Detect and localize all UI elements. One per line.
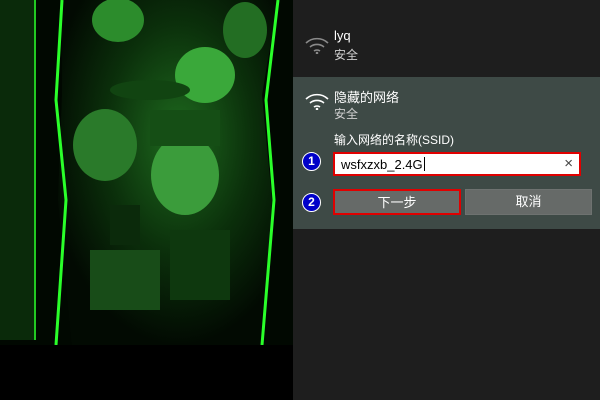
network-item-lyq[interactable]: lyq 安全 — [293, 15, 600, 75]
text-caret — [423, 157, 425, 171]
ssid-input[interactable]: wsfxzxb_2.4G × — [333, 152, 581, 176]
next-button[interactable]: 下一步 — [333, 189, 461, 215]
step-badge-2: 2 — [302, 193, 321, 212]
cancel-button[interactable]: 取消 — [465, 189, 592, 215]
network-name: lyq — [334, 28, 351, 43]
green-wrestlers-artwork — [0, 0, 293, 400]
network-security: 安全 — [334, 48, 359, 62]
wifi-flyout: lyq 安全 隐藏的网络 安全 输入网络的名称(SSID) wsfxzxb_2.… — [293, 0, 600, 400]
network-item-hidden[interactable]: 隐藏的网络 安全 输入网络的名称(SSID) wsfxzxb_2.4G × 下一… — [293, 77, 600, 229]
network-security: 安全 — [334, 107, 359, 121]
clear-icon[interactable]: × — [564, 155, 573, 172]
ssid-value-text: wsfxzxb_2.4G — [341, 157, 423, 172]
ssid-field-label: 输入网络的名称(SSID) — [334, 133, 455, 147]
wifi-icon — [305, 93, 329, 110]
step-badge-1: 1 — [302, 152, 321, 171]
wifi-icon — [305, 37, 329, 54]
ssid-input-value: wsfxzxb_2.4G — [341, 157, 425, 172]
desktop-wallpaper — [0, 0, 293, 400]
network-name: 隐藏的网络 — [334, 90, 400, 105]
